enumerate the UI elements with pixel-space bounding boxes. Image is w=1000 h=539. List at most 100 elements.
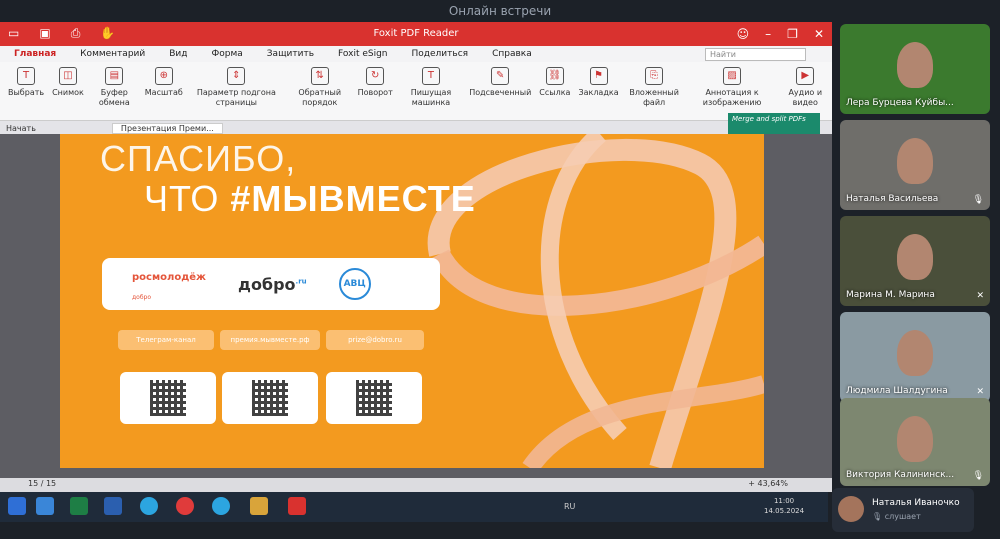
menu-comment[interactable]: Комментарий	[80, 49, 145, 59]
start-icon[interactable]	[8, 497, 26, 515]
maximize-icon[interactable]: ❐	[787, 24, 798, 44]
yandex-browser-icon[interactable]	[176, 497, 194, 515]
participant-tile[interactable]: Виктория Калининск... 🎙	[840, 398, 990, 486]
menu-view[interactable]: Вид	[169, 49, 187, 59]
telegram-icon[interactable]	[212, 497, 230, 515]
participant-tile[interactable]: Марина М. Марина ✕	[840, 216, 990, 306]
active-participant-card[interactable]: Наталья Иваночко 🎙 слушает	[832, 488, 974, 532]
email-pill: prize@dobro.ru	[326, 330, 424, 350]
ribbon-toolbar: T Выбрать ◫ Снимок ▤ Буфер обмена ⊕ Масштаб …	[0, 62, 832, 121]
rotate-icon: ↻	[366, 67, 385, 85]
reverse-icon: ⇅	[310, 67, 329, 85]
meeting-title: Онлайн встречи	[448, 4, 552, 18]
menu-bar: Главная Комментарий Вид Форма Защитить F…	[0, 46, 832, 62]
link-icon: ⛓	[545, 67, 564, 85]
tab-presentation[interactable]: Презентация Преми...	[111, 122, 223, 134]
menu-form[interactable]: Форма	[212, 49, 243, 59]
close-icon[interactable]: ✕	[814, 24, 824, 44]
window-controls: ☺ – ❐ ✕	[737, 24, 824, 44]
participant-video	[897, 416, 933, 462]
mic-icon: 🎙	[872, 512, 885, 521]
participant-name: Наталья Васильева	[846, 194, 939, 204]
speaker-name: Наталья Иваночко	[872, 498, 960, 508]
zoom-icon: ⊕	[154, 67, 173, 85]
participant-tile[interactable]: Наталья Васильева 🎙	[840, 120, 990, 210]
mic-icon: 🎙	[972, 195, 984, 205]
participant-name: Людмила Шалдугина	[846, 386, 948, 396]
participant-video	[897, 330, 933, 376]
fit-page-icon: ⇕	[227, 67, 246, 85]
partner-logos: росмолодёж добро добро.ru АВЦ	[102, 258, 440, 310]
page-indicator[interactable]: 15 / 15	[28, 479, 56, 488]
folder-icon[interactable]	[250, 497, 268, 515]
qr-code	[222, 372, 318, 424]
cursor-icon: T	[17, 67, 36, 85]
highlight-button[interactable]: ✎ Подсвеченный	[465, 62, 535, 100]
image-annotation-button[interactable]: ▨ Аннотация к изображению	[686, 62, 779, 110]
window-titlebar: ▭ ▣ ⎙ ✋ Foxit PDF Reader ☺ – ❐ ✕	[0, 22, 832, 46]
menu-esign[interactable]: Foxit eSign	[338, 49, 387, 59]
clipboard-button[interactable]: ▤ Буфер обмена	[88, 62, 141, 110]
qr-code-pattern	[150, 380, 186, 416]
media-icon: ▶	[796, 67, 815, 85]
search-input[interactable]: Найти	[705, 48, 806, 61]
bookmark-icon: ⚑	[589, 67, 608, 85]
qr-code	[326, 372, 422, 424]
dobro-logo: добро.ru	[238, 274, 307, 294]
menu-help[interactable]: Справка	[492, 49, 532, 59]
slide-title-line2: ЧТО #МЫВМЕСТЕ	[144, 178, 476, 219]
participant-tile[interactable]: Людмила Шалдугина ✕	[840, 312, 990, 402]
typewriter-button[interactable]: T Пишущая машинка	[397, 62, 465, 110]
attachment-button[interactable]: ⎘ Вложенный файл	[623, 62, 686, 110]
rosmolodezh-logo: росмолодёж добро	[132, 272, 207, 301]
menu-protect[interactable]: Защитить	[267, 49, 314, 59]
qr-code-pattern	[252, 380, 288, 416]
language-indicator[interactable]: RU	[564, 502, 575, 511]
document-tabs: Начать Презентация Преми... Merge and sp…	[0, 113, 832, 135]
telegram-icon[interactable]	[140, 497, 158, 515]
qr-code-pattern	[356, 380, 392, 416]
participant-tile[interactable]: Лера Бурцева Куйбы...	[840, 24, 990, 114]
foxit-reader-icon[interactable]	[288, 497, 306, 515]
bookmark-button[interactable]: ⚑ Закладка	[574, 62, 622, 100]
account-icon[interactable]: ☺	[737, 24, 750, 44]
link-button[interactable]: ⛓ Ссылка	[535, 62, 574, 100]
document-area[interactable]: СПАСИБО, ЧТО #МЫВМЕСТЕ росмолодёж добро …	[0, 134, 832, 478]
snapshot-button[interactable]: ◫ Снимок	[48, 62, 88, 100]
clock[interactable]: 11:00 14.05.2024	[764, 496, 804, 516]
status-bar: 15 / 15 + 43,64%	[0, 478, 832, 492]
presentation-slide: СПАСИБО, ЧТО #МЫВМЕСТЕ росмолодёж добро …	[60, 134, 764, 468]
zoom-button[interactable]: ⊕ Масштаб	[141, 62, 187, 100]
zoom-level[interactable]: + 43,64%	[748, 479, 788, 488]
participant-video	[897, 234, 933, 280]
speaker-status: 🎙 слушает	[872, 512, 921, 521]
avatar	[838, 496, 864, 522]
select-tool-button[interactable]: T Выбрать	[4, 62, 48, 100]
participants-panel: Лера Бурцева Куйбы... Наталья Васильева …	[832, 22, 1000, 539]
excel-icon[interactable]	[70, 497, 88, 515]
mic-muted-icon: ✕	[976, 291, 984, 301]
website-pill: премия.мывместе.рф	[220, 330, 320, 350]
tab-start[interactable]: Начать	[0, 124, 42, 133]
audio-video-button[interactable]: ▶ Аудио и видео	[778, 62, 832, 110]
typewriter-icon: T	[421, 67, 440, 85]
image-icon: ▨	[723, 67, 742, 85]
reverse-order-button[interactable]: ⇅ Обратный порядок	[286, 62, 354, 110]
telegram-pill: Телеграм-канал	[118, 330, 214, 350]
participant-video	[897, 42, 933, 88]
menu-share[interactable]: Поделиться	[412, 49, 469, 59]
participant-video	[897, 138, 933, 184]
merge-banner[interactable]: Merge and split PDFs	[728, 113, 820, 135]
minimize-icon[interactable]: –	[765, 24, 771, 44]
rotate-button[interactable]: ↻ Поворот	[354, 62, 397, 100]
word-icon[interactable]	[104, 497, 122, 515]
qr-code	[120, 372, 216, 424]
clipboard-icon: ▤	[105, 67, 124, 85]
app-icon[interactable]	[36, 497, 54, 515]
camera-icon: ◫	[58, 67, 77, 85]
participant-name: Лера Бурцева Куйбы...	[846, 98, 954, 108]
fit-page-button[interactable]: ⇕ Параметр подгона страницы	[187, 62, 286, 110]
attachment-icon: ⎘	[645, 67, 664, 85]
windows-taskbar: RU 11:00 14.05.2024	[0, 492, 828, 522]
menu-home[interactable]: Главная	[14, 49, 56, 59]
